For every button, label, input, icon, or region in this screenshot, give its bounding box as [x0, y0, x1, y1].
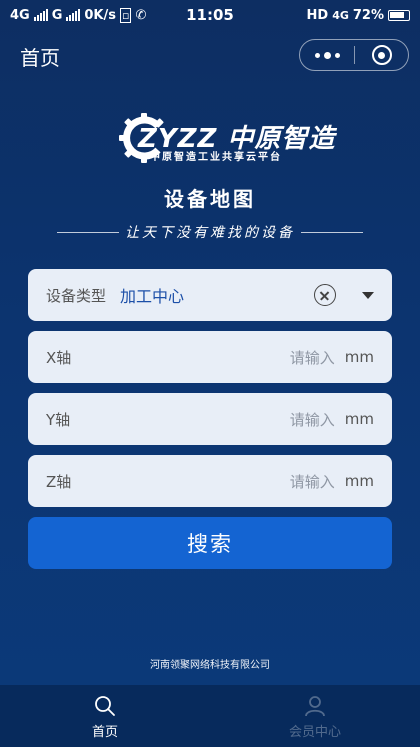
tab-home-label: 首页 — [91, 725, 118, 740]
tab-member-center[interactable]: 会员中心 — [210, 685, 420, 747]
more-dots-icon — [314, 51, 340, 59]
status-left: 4G G 0K/s ▫ ✆ — [10, 7, 147, 23]
logo: ZYZZ 中原智造 中原智造工业共享云平台 — [118, 112, 334, 167]
nav-title: 首页 — [20, 46, 60, 70]
z-axis-unit: mm — [344, 472, 374, 490]
hd-badge: HD — [306, 7, 329, 23]
z-axis-field[interactable]: Z轴 请输入 mm — [28, 455, 392, 507]
slogan: 让天下没有难找的设备 — [125, 225, 295, 241]
x-axis-input[interactable]: 请输入 — [290, 347, 335, 368]
slogan-line-left — [57, 231, 119, 233]
more-button[interactable] — [300, 40, 354, 70]
status-right: HD 4G 72% — [307, 8, 410, 23]
x-axis-field[interactable]: X轴 请输入 mm — [28, 331, 392, 383]
status-bar: 4G G 0K/s ▫ ✆ 11:05 HD 4G 72% — [0, 0, 420, 30]
sim-icon: ▫ — [120, 7, 132, 23]
y-axis-unit: mm — [344, 410, 374, 428]
target-icon — [371, 45, 392, 65]
network-4g: 4G — [332, 8, 349, 22]
battery-icon — [388, 9, 410, 21]
clear-icon[interactable] — [314, 284, 336, 306]
search-icon — [95, 696, 115, 716]
tab-home[interactable]: 首页 — [0, 685, 210, 747]
signal-icon-2 — [66, 9, 81, 21]
signal-icon — [33, 9, 48, 21]
battery-level: 72% — [352, 7, 384, 23]
phone-icon: ✆ — [135, 7, 147, 23]
x-axis-unit: mm — [344, 348, 374, 366]
search-button[interactable]: 搜索 — [28, 517, 392, 569]
nav-bar: 首页 — [0, 30, 420, 80]
z-axis-label: Z轴 — [46, 472, 72, 491]
net-speed: 0K/s — [84, 7, 116, 23]
device-type-select[interactable]: 设备类型 加工中心 — [28, 269, 392, 321]
company-name: 河南领聚网络科技有限公司 — [150, 660, 270, 671]
x-axis-label: X轴 — [46, 348, 72, 367]
page-heading: 设备地图 — [164, 187, 256, 211]
close-miniprogram-button[interactable] — [355, 40, 408, 70]
chevron-down-icon[interactable] — [362, 291, 374, 299]
slogan-row: 让天下没有难找的设备 — [0, 222, 420, 242]
z-axis-input[interactable]: 请输入 — [290, 471, 335, 492]
tab-bar: 首页 会员中心 — [0, 685, 420, 747]
y-axis-field[interactable]: Y轴 请输入 mm — [28, 393, 392, 445]
device-type-value: 加工中心 — [120, 287, 185, 306]
slogan-line-right — [301, 231, 363, 233]
miniprogram-capsule — [299, 39, 409, 71]
user-icon — [305, 696, 325, 717]
network-type: 4G — [10, 7, 30, 23]
network-type-2: G — [51, 7, 63, 23]
logo-subtitle: 中原智造工业共享云平台 — [150, 152, 282, 163]
device-type-label: 设备类型 — [46, 286, 107, 305]
y-axis-label: Y轴 — [46, 410, 71, 429]
y-axis-input[interactable]: 请输入 — [290, 409, 335, 430]
tab-member-center-label: 会员中心 — [288, 725, 341, 740]
